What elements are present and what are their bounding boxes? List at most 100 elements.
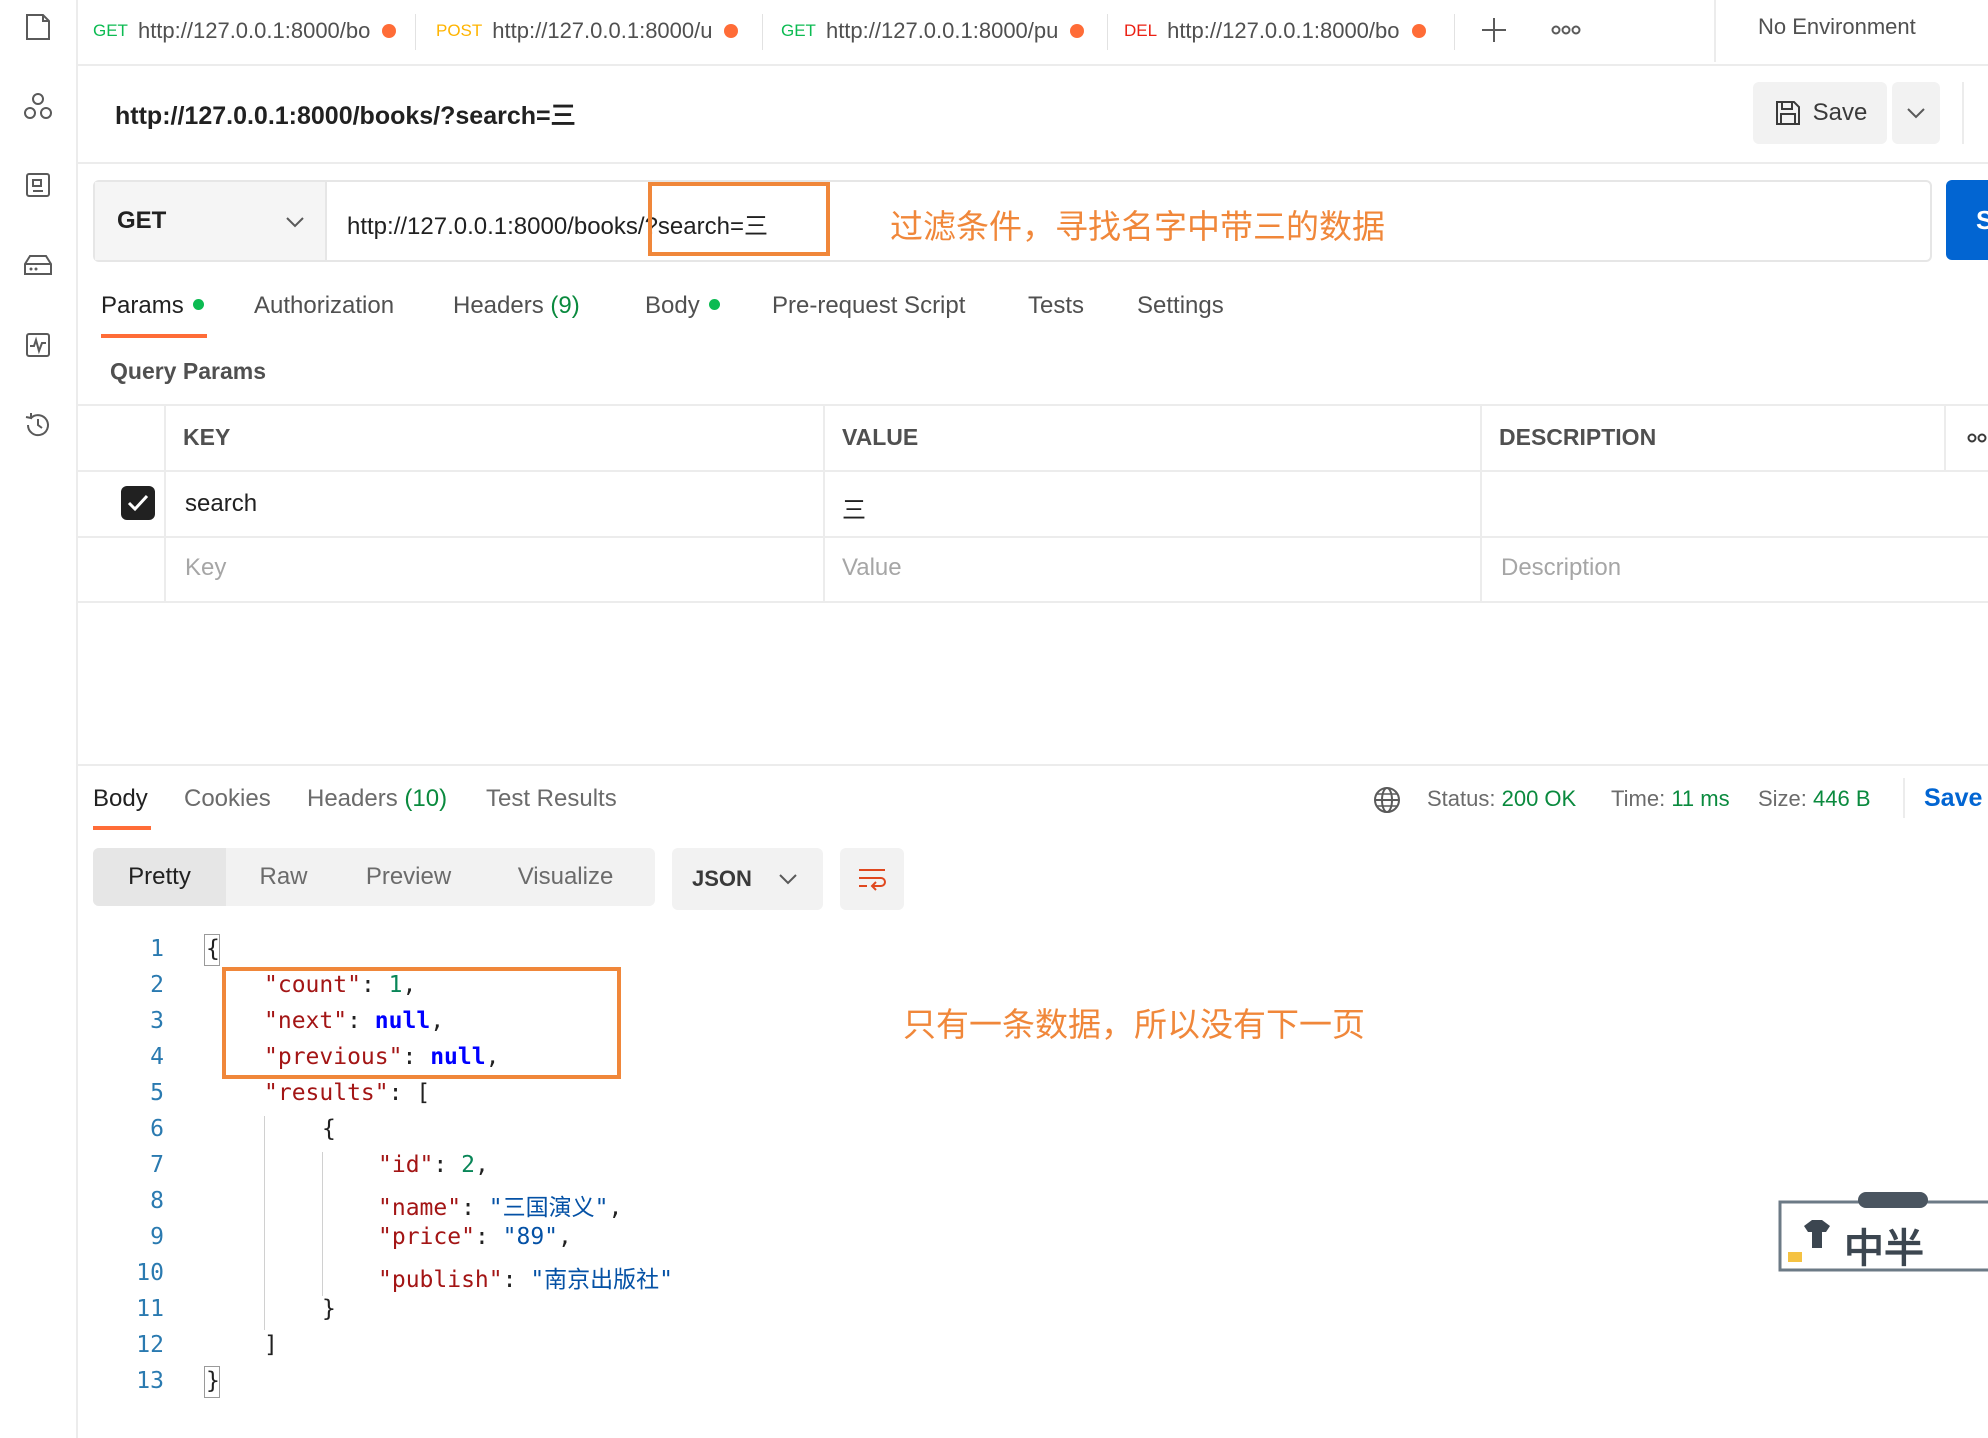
- column-value: VALUE: [842, 424, 919, 450]
- response-tab-test-results[interactable]: Test Results: [486, 785, 617, 813]
- environment-selector[interactable]: No Environment: [1714, 0, 1988, 62]
- tab-body[interactable]: Body: [645, 292, 720, 320]
- status-value: 200 OK: [1501, 786, 1577, 811]
- tab-method: POST: [436, 21, 483, 40]
- unsaved-dot: [1411, 24, 1426, 38]
- code-line: {: [322, 1116, 336, 1142]
- save-options-dropdown[interactable]: [1892, 82, 1940, 144]
- wrap-lines-button[interactable]: [840, 848, 904, 910]
- line-number: 1: [150, 936, 164, 962]
- response-tab-headers[interactable]: Headers (10): [307, 785, 447, 813]
- code-line: }: [322, 1296, 336, 1322]
- query-params-title: Query Params: [110, 358, 266, 384]
- tab-settings-label: Settings: [1137, 292, 1224, 319]
- save-button[interactable]: Save: [1753, 82, 1887, 144]
- send-button[interactable]: S: [1946, 180, 1988, 260]
- new-key-input[interactable]: Key: [185, 554, 226, 582]
- globe-icon[interactable]: [1372, 785, 1402, 815]
- tab-tests-label: Tests: [1028, 292, 1085, 319]
- code-line: "price": "89",: [378, 1224, 572, 1250]
- tab-get-publish[interactable]: GET http://127.0.0.1:8000/pu: [781, 0, 1085, 62]
- tab-method: DEL: [1124, 21, 1158, 40]
- line-number: 13: [136, 1368, 164, 1394]
- time-info[interactable]: Time: 11 ms: [1611, 786, 1730, 812]
- view-pretty[interactable]: Pretty: [93, 848, 226, 906]
- method-label: GET: [117, 207, 167, 234]
- tab-params[interactable]: Params: [101, 292, 204, 320]
- unsaved-dot: [1070, 24, 1085, 38]
- view-raw[interactable]: Raw: [226, 848, 341, 906]
- tab-tests[interactable]: Tests: [1028, 292, 1084, 320]
- environments-icon[interactable]: [19, 166, 57, 204]
- watermark-sticker: 中半: [1778, 1190, 1988, 1280]
- request-title-bar: http://127.0.0.1:8000/books/?search=三 Sa…: [78, 66, 1988, 164]
- response-divider[interactable]: [78, 764, 1988, 766]
- tab-headers[interactable]: Headers (9): [453, 292, 580, 320]
- tab-get-books[interactable]: GET http://127.0.0.1:8000/bo: [93, 0, 397, 62]
- format-label: JSON: [692, 866, 752, 891]
- tab-url: http://127.0.0.1:8000/pu: [825, 18, 1059, 43]
- method-select[interactable]: GET: [95, 182, 327, 260]
- size-info[interactable]: Size: 446 B: [1758, 786, 1871, 812]
- history-icon[interactable]: [19, 406, 57, 444]
- tab-pre-request-script[interactable]: Pre-request Script: [772, 292, 965, 320]
- code-line: }: [206, 1368, 220, 1394]
- size-label: Size:: [1758, 786, 1807, 811]
- headers-count: (9): [550, 292, 580, 319]
- code-line: "name": "三国演义",: [378, 1195, 623, 1221]
- status-info[interactable]: Status: 200 OK: [1427, 786, 1576, 812]
- tab-method: GET: [781, 21, 816, 40]
- code-line: {: [206, 936, 220, 962]
- line-number: 8: [150, 1188, 164, 1214]
- tab-settings[interactable]: Settings: [1137, 292, 1224, 320]
- monitors-icon[interactable]: [19, 326, 57, 364]
- chevron-down-icon: [286, 217, 304, 228]
- line-number: 5: [150, 1080, 164, 1106]
- more-options-icon[interactable]: [1966, 430, 1988, 446]
- param-value-cell[interactable]: 三: [842, 490, 866, 525]
- send-button-label: S: [1976, 204, 1988, 235]
- param-key-cell[interactable]: search: [185, 490, 257, 518]
- response-tab-cookies[interactable]: Cookies: [184, 785, 271, 813]
- request-title[interactable]: http://127.0.0.1:8000/books/?search=三: [115, 96, 576, 132]
- environment-label: No Environment: [1758, 14, 1916, 39]
- response-tab-body[interactable]: Body: [93, 785, 148, 813]
- format-select[interactable]: JSON: [672, 848, 823, 910]
- url-query-highlight: [648, 182, 830, 256]
- wrap-lines-icon: [859, 869, 886, 891]
- tab-authorization[interactable]: Authorization: [254, 292, 394, 320]
- tab-url: http://127.0.0.1:8000/u: [492, 18, 713, 43]
- new-tab-plus-icon[interactable]: [1476, 12, 1512, 48]
- line-number: 7: [150, 1152, 164, 1178]
- collections-icon[interactable]: [19, 8, 57, 46]
- active-tab-indicator: [101, 334, 207, 338]
- code-line: ]: [264, 1332, 278, 1358]
- tab-authorization-label: Authorization: [254, 292, 395, 319]
- view-preview[interactable]: Preview: [341, 848, 476, 906]
- view-visualize[interactable]: Visualize: [476, 848, 655, 906]
- size-value: 446 B: [1813, 786, 1871, 811]
- tab-params-label: Params: [101, 292, 184, 319]
- time-label: Time:: [1611, 786, 1666, 811]
- checkmark-icon: [127, 494, 149, 512]
- pagination-fields-highlight: [222, 967, 621, 1079]
- column-description: DESCRIPTION: [1499, 424, 1657, 450]
- save-response-button[interactable]: Save: [1924, 784, 1982, 813]
- tab-body-label: Body: [645, 292, 700, 319]
- more-tabs-icon[interactable]: [1548, 14, 1584, 44]
- tab-post[interactable]: POST http://127.0.0.1:8000/u: [436, 0, 739, 62]
- new-value-input[interactable]: Value: [842, 554, 902, 582]
- new-description-input[interactable]: Description: [1501, 554, 1621, 582]
- line-number: 11: [136, 1296, 164, 1322]
- tab-delete[interactable]: DEL http://127.0.0.1:8000/bo: [1124, 0, 1426, 62]
- param-enabled-checkbox[interactable]: [121, 486, 155, 520]
- mock-servers-icon[interactable]: [19, 246, 57, 284]
- line-number: 2: [150, 972, 164, 998]
- apis-icon[interactable]: [19, 88, 57, 126]
- line-number: 4: [150, 1044, 164, 1070]
- tab-url: http://127.0.0.1:8000/bo: [137, 18, 371, 43]
- column-key: KEY: [183, 424, 231, 450]
- unsaved-dot: [382, 24, 397, 38]
- tab-pre-request-label: Pre-request Script: [772, 292, 966, 319]
- pagination-annotation: 只有一条数据，所以没有下一页: [903, 1006, 1365, 1043]
